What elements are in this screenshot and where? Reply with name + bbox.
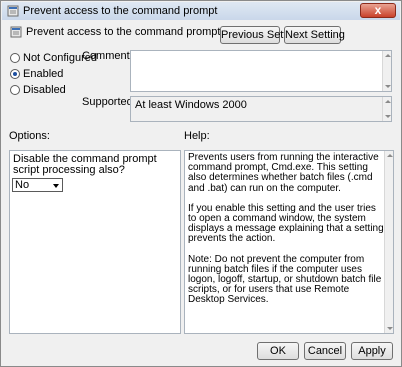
help-paragraph: Prevents users from running the interact… xyxy=(188,152,379,194)
policy-icon xyxy=(7,5,19,17)
supported-scrollbar[interactable] xyxy=(382,97,391,121)
policy-icon xyxy=(10,26,22,38)
help-panel: Prevents users from running the interact… xyxy=(184,150,394,334)
scroll-down-icon[interactable] xyxy=(385,115,391,118)
radio-label: Enabled xyxy=(23,68,64,81)
script-processing-select[interactable]: No xyxy=(12,178,63,192)
radio-circle[interactable] xyxy=(10,85,20,96)
close-button[interactable]: x xyxy=(360,3,396,18)
apply-button[interactable]: Apply xyxy=(351,342,393,360)
close-icon: x xyxy=(374,3,382,17)
help-scrollbar[interactable] xyxy=(384,151,393,333)
help-text: Prevents users from running the interact… xyxy=(188,152,384,316)
options-label: Options: xyxy=(9,130,50,142)
previous-setting-button[interactable]: Previous Setting xyxy=(220,26,301,44)
comment-textarea[interactable] xyxy=(130,50,392,92)
scroll-down-icon[interactable] xyxy=(385,85,391,88)
radio-disabled[interactable]: Disabled xyxy=(10,84,66,96)
scroll-down-icon[interactable] xyxy=(387,327,393,330)
help-paragraph: Note: Do not prevent the computer from r… xyxy=(188,253,382,306)
ok-button[interactable]: OK xyxy=(257,342,299,360)
radio-enabled[interactable]: Enabled xyxy=(10,68,63,80)
supported-on-field: At least Windows 2000 xyxy=(130,96,392,122)
comment-label: Comment: xyxy=(82,50,133,62)
title-bar[interactable]: Prevent access to the command prompt x xyxy=(2,2,400,20)
radio-label: Disabled xyxy=(23,84,66,97)
help-paragraph: If you enable this setting and the user … xyxy=(188,202,384,245)
scroll-up-icon[interactable] xyxy=(387,154,393,157)
radio-circle[interactable] xyxy=(10,53,20,64)
options-panel: Disable the command prompt script proces… xyxy=(9,150,181,334)
radio-circle[interactable] xyxy=(10,69,20,80)
window-title: Prevent access to the command prompt xyxy=(23,5,218,17)
supported-on-value: At least Windows 2000 xyxy=(135,99,247,111)
policy-name: Prevent access to the command prompt xyxy=(26,26,221,38)
setting-description: Disable the command prompt script proces… xyxy=(13,153,157,176)
comment-scrollbar[interactable] xyxy=(382,51,391,91)
scroll-up-icon[interactable] xyxy=(385,100,391,103)
policy-dialog: Prevent access to the command prompt x P… xyxy=(0,0,402,367)
cancel-button[interactable]: Cancel xyxy=(304,342,346,360)
help-label: Help: xyxy=(184,130,210,142)
scroll-up-icon[interactable] xyxy=(385,54,391,57)
select-value: No xyxy=(15,179,30,191)
chevron-down-icon xyxy=(53,184,59,188)
next-setting-button[interactable]: Next Setting xyxy=(284,26,345,44)
